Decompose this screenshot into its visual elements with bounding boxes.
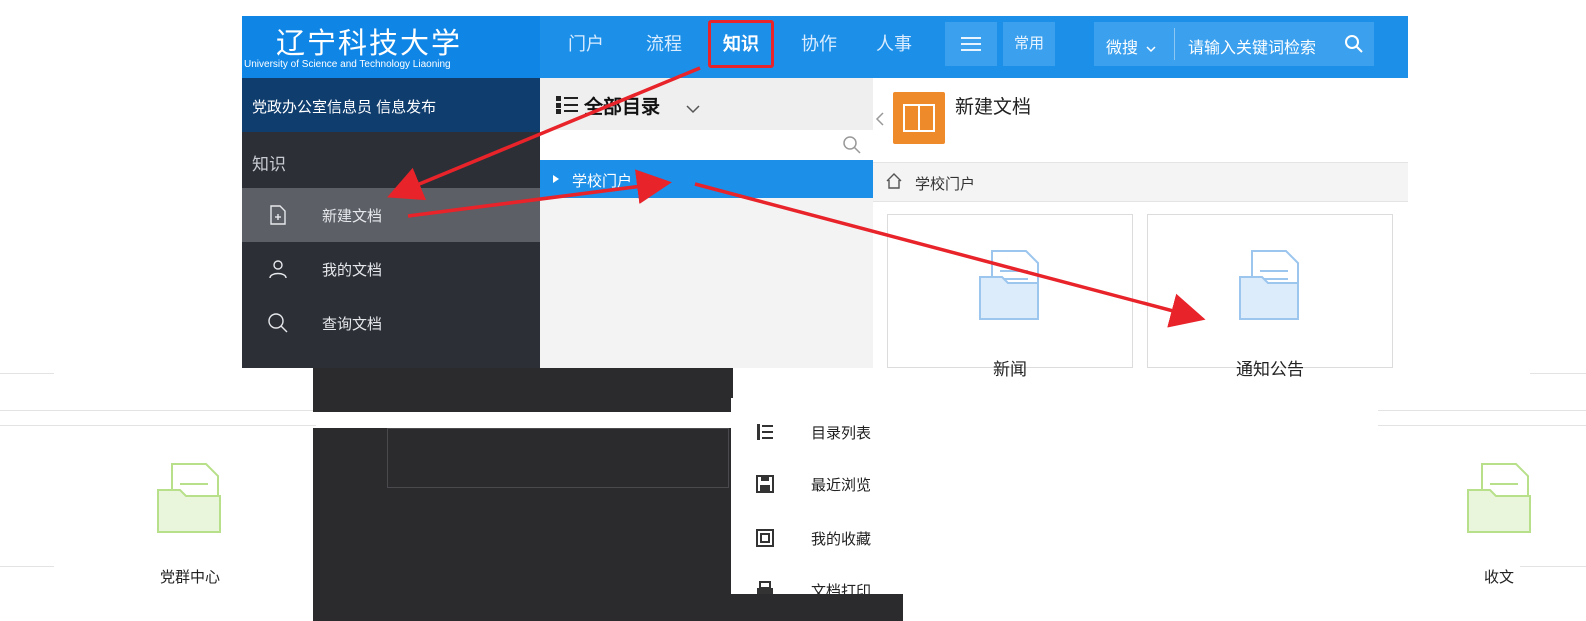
card-label: 新闻 [993, 360, 1027, 379]
book-icon [893, 92, 945, 144]
home-icon[interactable] [885, 172, 903, 190]
search-icon [268, 313, 288, 333]
divider [1378, 425, 1586, 426]
save-icon [756, 475, 774, 493]
lower-card-party-center[interactable]: 党群中心 [150, 460, 230, 586]
menu-button[interactable] [945, 22, 997, 66]
lower-card-incoming[interactable]: 收文 [1460, 460, 1540, 586]
menu-item-label: 最近浏览 [811, 477, 872, 494]
chevron-down-icon[interactable] [686, 104, 700, 114]
menu-item-recent[interactable]: 最近浏览 [755, 472, 1015, 496]
catalog-header[interactable]: 全部目录 [540, 78, 873, 130]
sidebar-item-my-docs[interactable]: 我的文档 [242, 242, 540, 296]
logo-subtitle: University of Science and Technology Lia… [244, 59, 451, 70]
breadcrumb-label[interactable]: 学校门户 [915, 173, 975, 194]
dropdown-menu: 目录列表 最近浏览 我的收藏 文档打印 [731, 398, 1377, 594]
logo-title: 辽宁科技大学 [276, 28, 463, 60]
sidebar-section-title: 知识 [252, 155, 286, 174]
folder-doc-icon [1467, 463, 1531, 533]
divider [1520, 566, 1586, 567]
folder-doc-icon [979, 250, 1039, 320]
menu-item-label: 我的收藏 [811, 531, 872, 548]
sidebar-item-label: 新建文档 [322, 208, 383, 225]
search-icon [843, 136, 861, 154]
search-bar[interactable]: 微搜 请输入关键词检索 [1094, 22, 1374, 66]
folder-doc-icon [157, 463, 221, 533]
print-icon [757, 581, 773, 594]
content-panel: 新建文档 学校门户 新闻 通知公告 [873, 78, 1408, 379]
divider [0, 566, 54, 567]
card-label: 通知公告 [1236, 360, 1304, 379]
sidebar-item-label: 查询文档 [322, 316, 383, 333]
nav-hr[interactable]: 人事 [876, 30, 912, 56]
catalog-search-input[interactable] [540, 130, 873, 160]
menu-item-print[interactable]: 文档打印 [755, 578, 1015, 594]
new-doc-icon [270, 205, 286, 225]
card-label: 收文 [1484, 569, 1515, 586]
list-icon [556, 96, 578, 114]
user-info: 党政办公室信息员 信息发布 [242, 78, 540, 132]
nav-collaboration[interactable]: 协作 [801, 30, 837, 56]
user-role-text: 党政办公室信息员 信息发布 [252, 99, 437, 116]
breadcrumb: 学校门户 [873, 162, 1408, 202]
search-scope-label: 微搜 [1106, 40, 1139, 57]
card-label: 党群中心 [160, 569, 221, 586]
divider [0, 410, 316, 411]
nav-portal[interactable]: 门户 [568, 30, 604, 56]
list-icon [757, 424, 773, 440]
nav-workflow[interactable]: 流程 [646, 30, 682, 56]
divider [0, 425, 316, 426]
panel-frame [387, 428, 729, 488]
annotation-highlight-box [708, 20, 774, 68]
tree-item-school-portal[interactable]: 学校门户 [540, 160, 873, 198]
sidebar-item-search-docs[interactable]: 查询文档 [242, 296, 540, 350]
user-icon [269, 260, 287, 279]
page-title: 新建文档 [955, 97, 1032, 118]
divider [0, 373, 54, 374]
menu-item-label: 目录列表 [811, 425, 872, 442]
common-button[interactable]: 常用 [1003, 22, 1055, 66]
collapse-icon[interactable] [875, 112, 885, 126]
sidebar-item-label: 我的文档 [322, 262, 383, 279]
search-icon [1345, 35, 1363, 53]
category-card-news[interactable]: 新闻 [887, 214, 1133, 379]
dark-panel [313, 368, 733, 412]
menu-item-favorites[interactable]: 我的收藏 [755, 526, 1015, 550]
hamburger-icon [961, 37, 981, 51]
search-input[interactable]: 请输入关键词检索 [1188, 34, 1316, 58]
search-button[interactable] [1334, 22, 1374, 66]
tree-item-label: 学校门户 [572, 173, 633, 190]
catalog-title: 全部目录 [584, 97, 661, 118]
divider [1378, 410, 1586, 411]
search-scope-dropdown[interactable]: 微搜 [1106, 34, 1156, 58]
search-divider [1174, 28, 1175, 60]
frame-icon [756, 529, 774, 547]
sidebar: 党政办公室信息员 信息发布 知识 新建文档 我的文档 查询文档 [242, 78, 540, 368]
top-nav-bar: 辽宁科技大学 University of Science and Technol… [242, 16, 1408, 78]
menu-item-label: 文档打印 [811, 583, 872, 594]
logo[interactable]: 辽宁科技大学 University of Science and Technol… [242, 16, 540, 78]
category-card-notice[interactable]: 通知公告 [1147, 214, 1393, 379]
catalog-panel: 全部目录 学校门户 [540, 78, 874, 368]
chevron-down-icon [1146, 46, 1156, 53]
caret-right-icon [553, 175, 559, 183]
divider [1530, 373, 1586, 374]
menu-item-catalog-list[interactable]: 目录列表 [755, 420, 1015, 444]
folder-doc-icon [1239, 250, 1299, 320]
sidebar-item-new-doc[interactable]: 新建文档 [242, 188, 540, 242]
